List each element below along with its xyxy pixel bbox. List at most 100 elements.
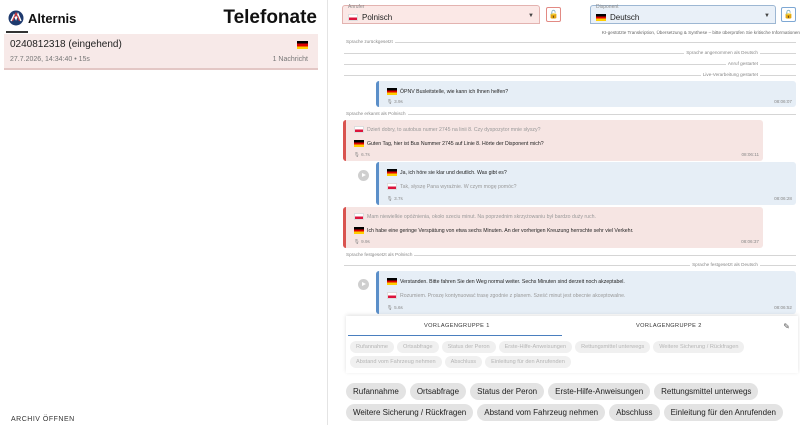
active-tab-indicator (348, 335, 562, 336)
tab-template-group-2[interactable]: VORLAGENGRUPPE 2 (636, 323, 702, 329)
chevron-down-icon: ▼ (528, 13, 534, 19)
message-time: 08:06:07 (774, 99, 792, 104)
logo-underline (6, 31, 28, 33)
quick-phrase-button[interactable]: Abschluss (609, 404, 660, 421)
tab-template-group-1[interactable]: VORLAGENGRUPPE 1 (424, 323, 490, 329)
quick-phrase-button[interactable]: Status der Peron (470, 383, 545, 400)
dispatcher-language-select[interactable]: Disponent Deutsch ▼ (590, 4, 776, 24)
message-text: Ja, ich höre sie klar und deutlich. Was … (387, 169, 507, 176)
message-time: 08:06:52 (774, 305, 792, 310)
call-message-count: 1 Nachricht (272, 56, 308, 63)
message-original: Dzień dobry, to autobus numer 2745 na li… (354, 126, 540, 133)
message-translation: Tak, słyszę Pana wyraźnie. W czym mogę p… (387, 183, 516, 190)
message-text-content: Ja, ich höre sie klar und deutlich. Was … (400, 169, 507, 176)
caller-select-value: Polnisch (348, 13, 392, 22)
caller-language-text: Polnisch (362, 13, 393, 22)
pencil-icon[interactable]: ✎ (783, 322, 790, 331)
template-chip[interactable]: Erste-Hilfe-Anweisungen (498, 341, 573, 353)
system-event: Sprache festgesetzt als Deutsch (690, 262, 760, 267)
message-text-content: Verstanden. Bitte fahren Sie den Weg nor… (400, 278, 625, 285)
flag-pl-icon (348, 14, 358, 21)
quick-phrase-button[interactable]: Weitere Sicherung / Rückfragen (346, 404, 474, 421)
call-number: 0240812318 (eingehend) (10, 39, 122, 50)
quick-phrase-button[interactable]: Ortsabfrage (409, 383, 467, 400)
message-duration: 🎙 3.7s (387, 196, 403, 201)
quick-phrase-button[interactable]: Erste-Hilfe-Anweisungen (548, 383, 651, 400)
message-duration: 🎙 3.9s (387, 99, 403, 104)
message-duration: 🎙 6.7s (354, 152, 370, 157)
message-text-content: ÖPNV Busleitstelle, wie kann ich Ihnen h… (400, 88, 509, 95)
flag-pl-icon (354, 213, 364, 220)
template-chip[interactable]: Status der Peron (441, 341, 496, 353)
template-chip[interactable]: Rufannahme (350, 341, 395, 353)
system-event: Sprache erkannt als Polnisch (344, 111, 408, 116)
quick-phrase-button[interactable]: Abstand vom Fahrzeug nehmen (477, 404, 606, 421)
quick-phrase-button[interactable]: Rettungsmittel unterwegs (654, 383, 759, 400)
message-translation-content: Tak, słyszę Pana wyraźnie. W czym mogę p… (400, 183, 517, 190)
caller-message: Dzień dobry, to autobus numer 2745 na li… (343, 120, 763, 161)
flag-de-icon (354, 140, 364, 147)
page-title: Telefonate (223, 7, 317, 28)
message-text-content: Guten Tag, hier ist Bus Nummer 2745 auf … (367, 140, 544, 147)
system-divider (344, 42, 796, 43)
system-event: Anruf gestartet (725, 61, 760, 66)
archive-open-button[interactable]: ARCHIV ÖFFNEN (11, 416, 75, 423)
dispatcher-message: Verstanden. Bitte fahren Sie den Weg nor… (376, 271, 796, 314)
template-chip[interactable]: Abstand vom Fahrzeug nehmen (350, 356, 442, 368)
quick-phrase-button[interactable]: Rufannahme (346, 383, 406, 400)
call-list-item[interactable]: 0240812318 (eingehend) 27.7.2026, 14:34:… (4, 34, 318, 70)
unlock-icon: 🔓 (783, 10, 794, 19)
message-text: Ich habe eine geringe Verspätung von etw… (354, 227, 633, 234)
flag-de-icon (297, 41, 308, 49)
template-chip[interactable]: Einleitung für den Anrufenden (485, 356, 571, 368)
system-event: Sprache zurückgesetzt (344, 39, 395, 44)
system-divider (344, 114, 796, 115)
play-audio-button[interactable] (358, 279, 369, 290)
message-text: Guten Tag, hier ist Bus Nummer 2745 auf … (354, 140, 544, 147)
duration-text: 3.7s (394, 196, 403, 201)
flag-de-icon (387, 88, 397, 95)
message-translation-content: Rozumiem. Proszę kontynuować trasę zgodn… (400, 292, 626, 299)
message-text: ÖPNV Busleitstelle, wie kann ich Ihnen h… (387, 88, 508, 95)
template-chip[interactable]: Ortsabfrage (397, 341, 439, 353)
flag-pl-icon (354, 126, 364, 133)
flag-pl-icon (387, 183, 397, 190)
template-chip[interactable]: Rettungsmittel unterwegs (575, 341, 651, 353)
ai-notice: KI-gestützte Transkription, Übersetzung … (601, 30, 800, 35)
duration-text: 6.7s (361, 152, 370, 157)
message-original-content: Dzień dobry, to autobus numer 2745 na li… (367, 126, 541, 133)
unlock-icon: 🔓 (548, 10, 559, 19)
duration-text: 3.9s (394, 99, 403, 104)
conversation-panel: Anrufer Polnisch ▼ 🔓 Disponent Deutsch ▼… (340, 0, 800, 425)
caller-language-select[interactable]: Anrufer Polnisch ▼ (342, 4, 540, 24)
flag-de-icon (387, 169, 397, 176)
call-list-panel: Alternis Telefonate 0240812318 (eingehen… (0, 0, 328, 425)
template-panel: VORLAGENGRUPPE 1 VORLAGENGRUPPE 2 ✎ Rufa… (346, 316, 798, 373)
alternis-logo-icon (8, 10, 24, 26)
app-logo: Alternis (8, 10, 76, 26)
dispatcher-select-value: Deutsch (596, 13, 639, 22)
message-duration: 🎙 9.9s (354, 239, 370, 244)
caller-lock-button[interactable]: 🔓 (546, 7, 561, 22)
message-original-content: Mam niewielkie opóźnienia, około szeciu … (367, 213, 596, 220)
message-original: Mam niewielkie opóźnienia, około szeciu … (354, 213, 596, 220)
template-chip-list: Rufannahme Ortsabfrage Status der Peron Ers… (350, 341, 796, 368)
call-meta: 27.7.2026, 14:34:40 • 15s (10, 56, 90, 63)
message-text-content: Ich habe eine geringe Verspätung von etw… (367, 227, 634, 234)
dispatcher-select-label: Disponent (596, 4, 619, 10)
dispatcher-lock-button[interactable]: 🔓 (781, 7, 796, 22)
caller-select-label: Anrufer (348, 4, 365, 10)
chevron-down-icon: ▼ (764, 13, 770, 19)
quick-phrase-button[interactable]: Einleitung für den Anrufenden (663, 404, 783, 421)
play-audio-button[interactable] (358, 170, 369, 181)
message-text: Verstanden. Bitte fahren Sie den Weg nor… (387, 278, 625, 285)
system-event: Sprache festgesetzt als Polnisch (344, 252, 415, 257)
template-chip[interactable]: Weitere Sicherung / Rückfragen (653, 341, 745, 353)
template-tabs: VORLAGENGRUPPE 1 VORLAGENGRUPPE 2 ✎ (346, 316, 798, 336)
template-chip[interactable]: Abschluss (444, 356, 483, 368)
message-time: 08:06:28 (774, 196, 792, 201)
app-name: Alternis (28, 10, 77, 26)
flag-de-icon (354, 227, 364, 234)
quick-phrase-buttons: Rufannahme Ortsabfrage Status der Peron Ers… (346, 383, 798, 421)
dispatcher-language-text: Deutsch (610, 13, 640, 22)
